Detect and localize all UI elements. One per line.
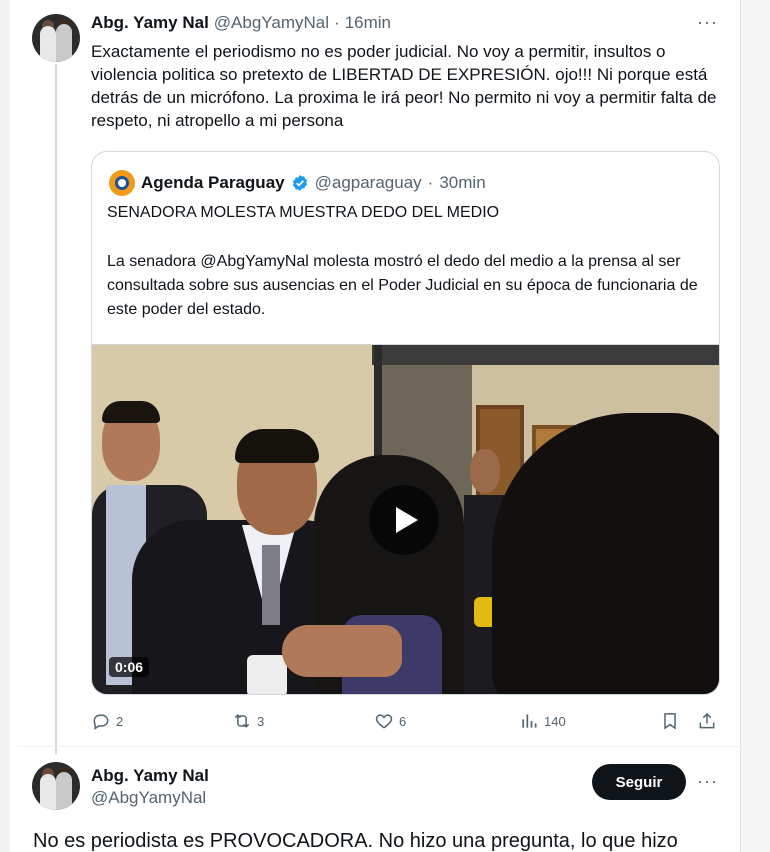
author-avatar[interactable]: [32, 14, 80, 62]
reply-text: No es periodista es PROVOCADORA. No hizo…: [33, 830, 678, 852]
left-frame-edge: [0, 0, 10, 852]
follow-button[interactable]: Seguir: [592, 764, 686, 800]
quoted-tweet-header: Agenda Paraguay @agparaguay · 30min: [109, 170, 486, 196]
view-count: 140: [544, 713, 566, 729]
tweet-divider: [18, 746, 740, 747]
tweet-header: Abg. Yamy Nal @AbgYamyNal · 16min: [91, 13, 391, 33]
analytics-icon: [522, 714, 537, 728]
reply-more-options-icon[interactable]: ···: [697, 771, 718, 792]
share-button[interactable]: [697, 711, 717, 731]
reply-author-avatar[interactable]: [32, 762, 80, 810]
reply-author-name[interactable]: Abg. Yamy Nal: [91, 765, 209, 787]
share-icon: [699, 712, 715, 729]
quoted-tweet-body: La senadora @AbgYamyNal molesta mostró e…: [107, 253, 698, 318]
quoted-header-separator: ·: [427, 173, 434, 192]
tweet-actions-bar: 2 3 6 140: [91, 711, 721, 735]
quoted-tweet-card[interactable]: Agenda Paraguay @agparaguay · 30min SENA…: [91, 151, 720, 695]
like-button[interactable]: 6: [374, 711, 406, 731]
agenda-paraguay-logo-icon[interactable]: [109, 170, 135, 196]
header-separator: ·: [334, 13, 340, 32]
reply-icon: [93, 714, 109, 730]
quoted-author-handle[interactable]: @agparaguay: [315, 173, 422, 193]
tweet-time[interactable]: 16min: [345, 13, 391, 33]
play-button-icon[interactable]: [369, 485, 439, 555]
reply-count: 2: [116, 713, 124, 729]
quoted-tweet-title: SENADORA MOLESTA MUESTRA DEDO DEL MEDIO: [107, 204, 500, 221]
quoted-author-name[interactable]: Agenda Paraguay: [141, 173, 285, 193]
repost-button[interactable]: 3: [232, 711, 264, 731]
more-options-icon[interactable]: ···: [697, 12, 718, 33]
video-duration-badge: 0:06: [109, 657, 150, 677]
video-player[interactable]: 0:06: [92, 344, 719, 694]
author-name[interactable]: Abg. Yamy Nal: [91, 13, 209, 33]
author-handle[interactable]: @AbgYamyNal: [214, 13, 329, 33]
reply-header: Abg. Yamy Nal @AbgYamyNal: [91, 765, 209, 809]
views-button[interactable]: 140: [519, 711, 566, 731]
bookmark-icon: [664, 713, 676, 730]
repost-icon: [234, 714, 250, 728]
verified-badge-icon: [292, 175, 307, 191]
heart-icon: [375, 714, 393, 729]
quoted-tweet-time[interactable]: 30min: [439, 173, 485, 193]
tweet-text: Exactamente el periodismo no es poder ju…: [91, 42, 717, 130]
repost-count: 3: [257, 713, 265, 729]
reply-button[interactable]: 2: [91, 711, 123, 731]
bookmark-button[interactable]: [660, 711, 680, 731]
thread-connector-line: [55, 64, 57, 754]
reply-author-handle[interactable]: @AbgYamyNal: [91, 787, 209, 809]
like-count: 6: [399, 713, 407, 729]
scrollbar-track[interactable]: [740, 0, 770, 852]
